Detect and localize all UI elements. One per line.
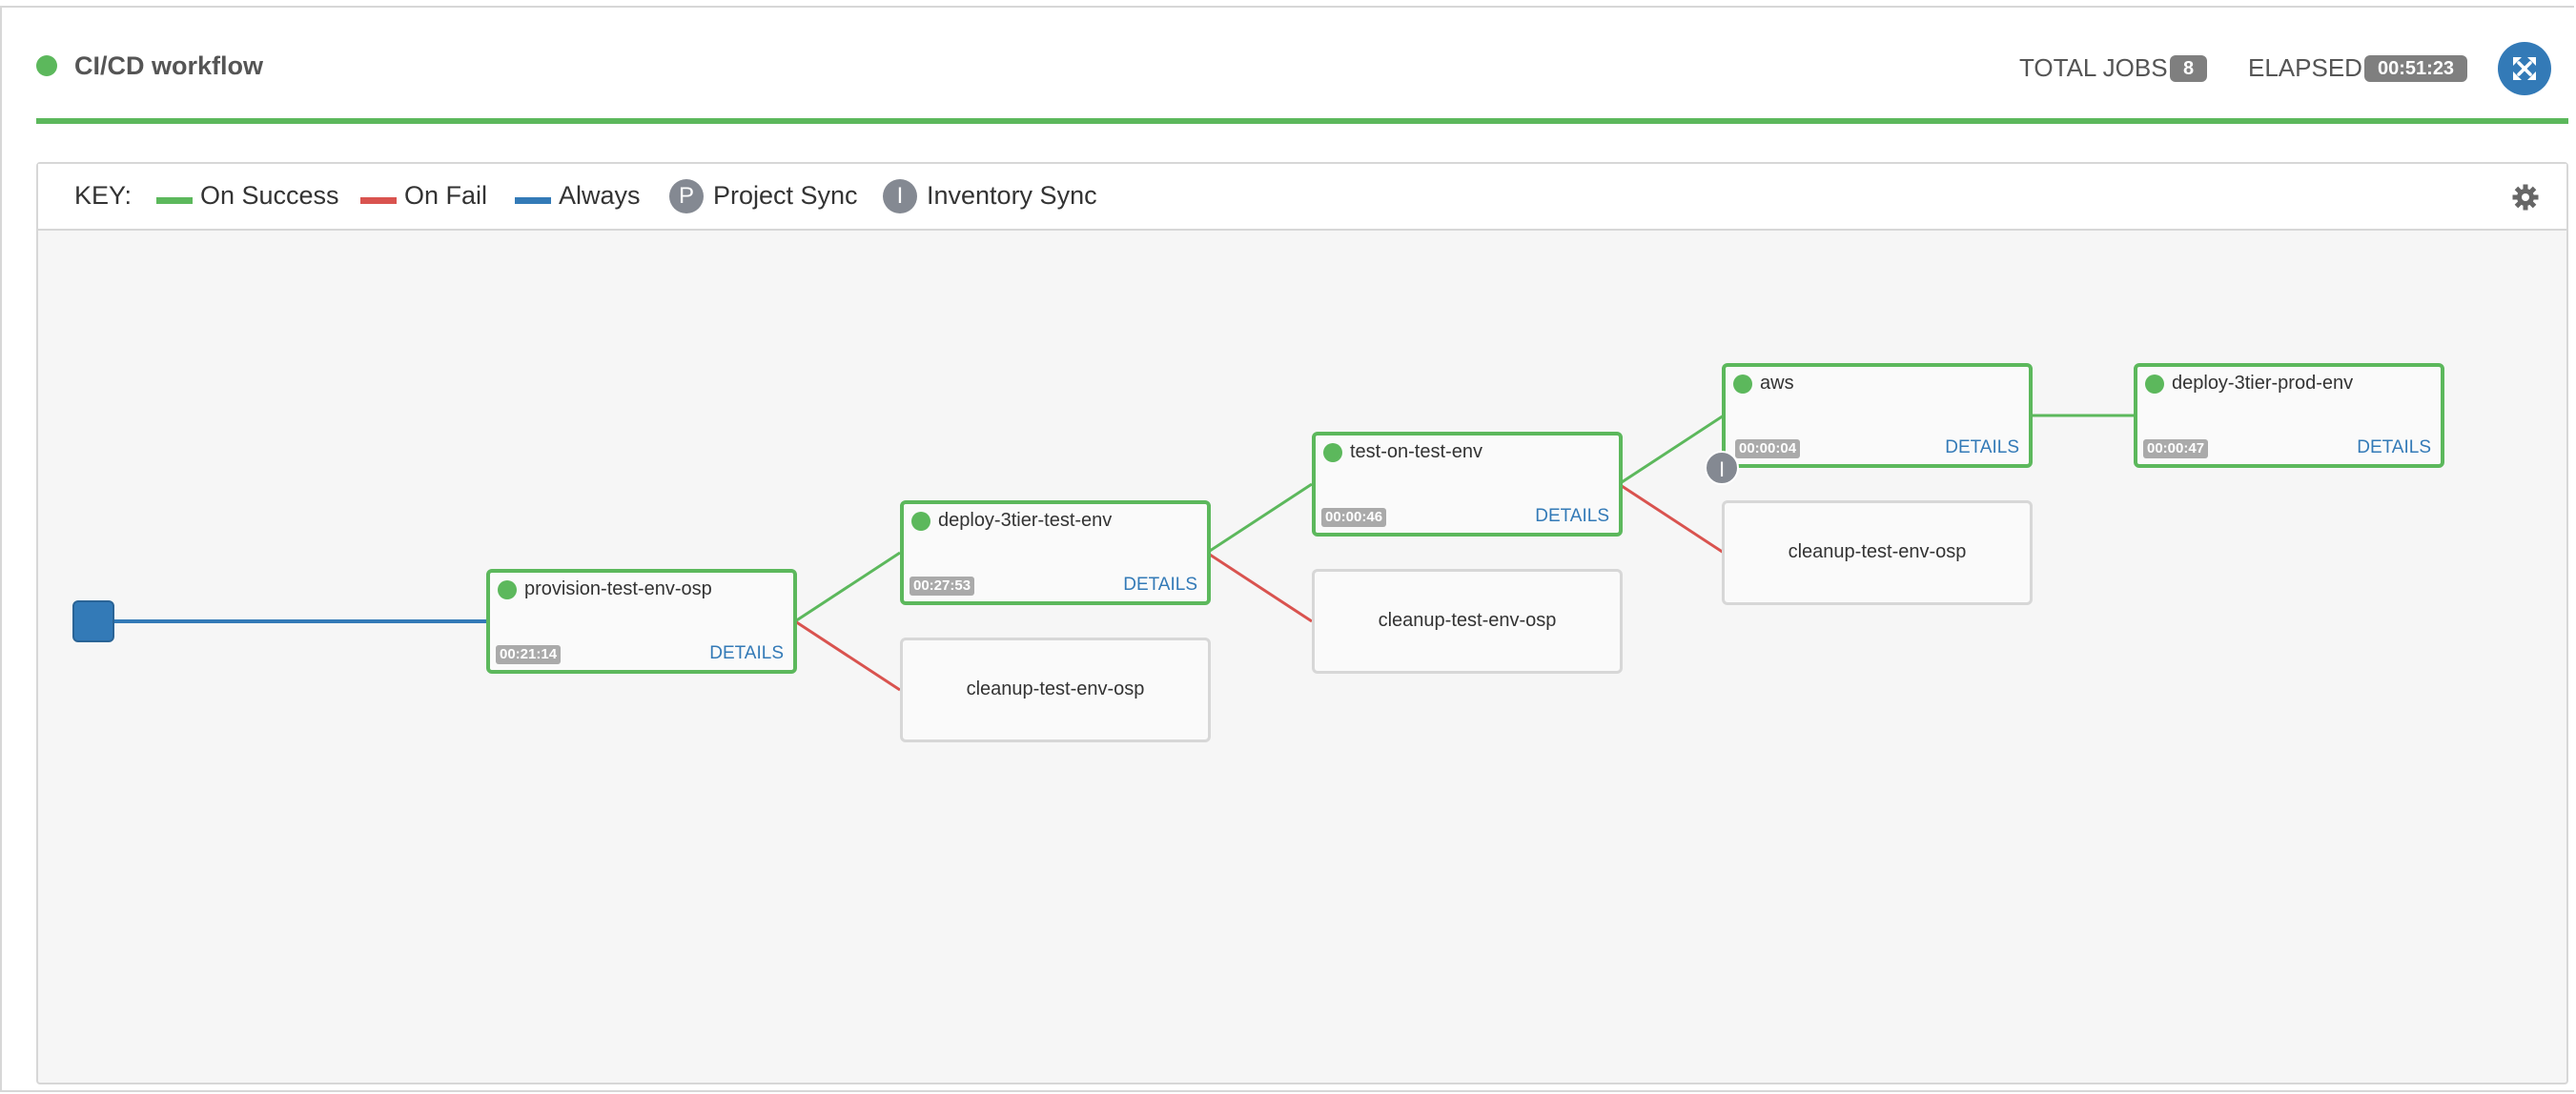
elapsed-label: ELAPSED: [2248, 53, 2362, 82]
node-cleanup-test-env-osp[interactable]: cleanup-test-env-osp: [900, 638, 1211, 742]
node-aws[interactable]: aws 00:00:04 DETAILS: [1722, 363, 2033, 468]
graph-links: [114, 414, 2134, 692]
node-status-dot: [1733, 375, 1752, 394]
expand-icon: [2513, 57, 2536, 80]
node-elapsed-time: 00:00:04: [1735, 439, 1801, 458]
link-success: [794, 551, 901, 623]
node-elapsed-time: 00:00:47: [2143, 439, 2209, 458]
node-deploy-3tier-test-env[interactable]: deploy-3tier-test-env 00:27:53 DETAILS: [900, 500, 1211, 605]
inventory-sync-node-badge: I: [1705, 451, 1739, 485]
link-fail: [1618, 482, 1725, 555]
workflow-status-dot: [36, 55, 57, 76]
legend-on-fail: On Fail: [404, 181, 488, 210]
node-cleanup-test-env-osp[interactable]: cleanup-test-env-osp: [1312, 569, 1623, 674]
legend-bar: KEY: On Success On Fail Always P Project…: [38, 164, 2566, 231]
on-fail-swatch: [360, 197, 397, 204]
legend-key-label: KEY:: [74, 181, 133, 210]
link-fail: [1206, 551, 1313, 623]
node-elapsed-time: 00:27:53: [910, 577, 975, 596]
node-name: aws: [1760, 373, 1794, 394]
node-status-dot: [911, 512, 930, 531]
workflow-progress-bar: [36, 118, 2568, 124]
node-provision-test-env-osp[interactable]: provision-test-env-osp 00:21:14 DETAILS: [486, 569, 797, 674]
legend-inventory-sync: Inventory Sync: [927, 181, 1097, 210]
node-details-link[interactable]: DETAILS: [2357, 437, 2431, 458]
node-status-dot: [2145, 375, 2164, 394]
workflow-start-node[interactable]: [72, 600, 114, 642]
always-swatch: [515, 197, 551, 204]
node-name: deploy-3tier-prod-env: [2172, 373, 2354, 394]
node-name: cleanup-test-env-osp: [1788, 541, 1967, 562]
link-fail: [794, 619, 901, 692]
node-details-link[interactable]: DETAILS: [1535, 506, 1609, 527]
gear-icon[interactable]: [2511, 183, 2540, 212]
node-details-link[interactable]: DETAILS: [1945, 437, 2019, 458]
workflow-title: CI/CD workflow: [74, 51, 264, 80]
legend-on-success: On Success: [200, 181, 339, 210]
node-deploy-3tier-prod-env[interactable]: deploy-3tier-prod-env 00:00:47 DETAILS: [2134, 363, 2444, 468]
node-name: test-on-test-env: [1350, 441, 1482, 462]
node-status-dot: [498, 580, 517, 599]
node-name: provision-test-env-osp: [524, 578, 712, 599]
link-success: [1206, 482, 1313, 555]
node-name: cleanup-test-env-osp: [1378, 610, 1557, 631]
expand-button[interactable]: [2498, 42, 2551, 95]
node-test-on-test-env[interactable]: test-on-test-env 00:00:46 DETAILS: [1312, 432, 1623, 537]
node-cleanup-test-env-osp[interactable]: cleanup-test-env-osp: [1722, 500, 2033, 605]
node-elapsed-time: 00:21:14: [496, 645, 562, 664]
node-details-link[interactable]: DETAILS: [709, 643, 784, 664]
node-elapsed-time: 00:00:46: [1321, 508, 1387, 527]
legend-always: Always: [559, 181, 641, 210]
on-success-swatch: [156, 197, 193, 204]
node-name: deploy-3tier-test-env: [938, 510, 1113, 531]
inventory-sync-badge: I: [883, 179, 917, 213]
node-status-dot: [1323, 443, 1342, 462]
legend-project-sync: Project Sync: [713, 181, 858, 210]
total-jobs-count: 8: [2170, 55, 2208, 82]
node-details-link[interactable]: DETAILS: [1123, 575, 1197, 596]
elapsed-time: 00:51:23: [2364, 55, 2468, 82]
project-sync-badge: P: [669, 179, 704, 213]
total-jobs-label: TOTAL JOBS: [2019, 53, 2168, 82]
workflow-graph: provision-test-env-osp 00:21:14 DETAILS …: [38, 231, 2566, 1083]
workflow-graph-panel: KEY: On Success On Fail Always P Project…: [36, 162, 2568, 1084]
node-name: cleanup-test-env-osp: [966, 679, 1145, 699]
